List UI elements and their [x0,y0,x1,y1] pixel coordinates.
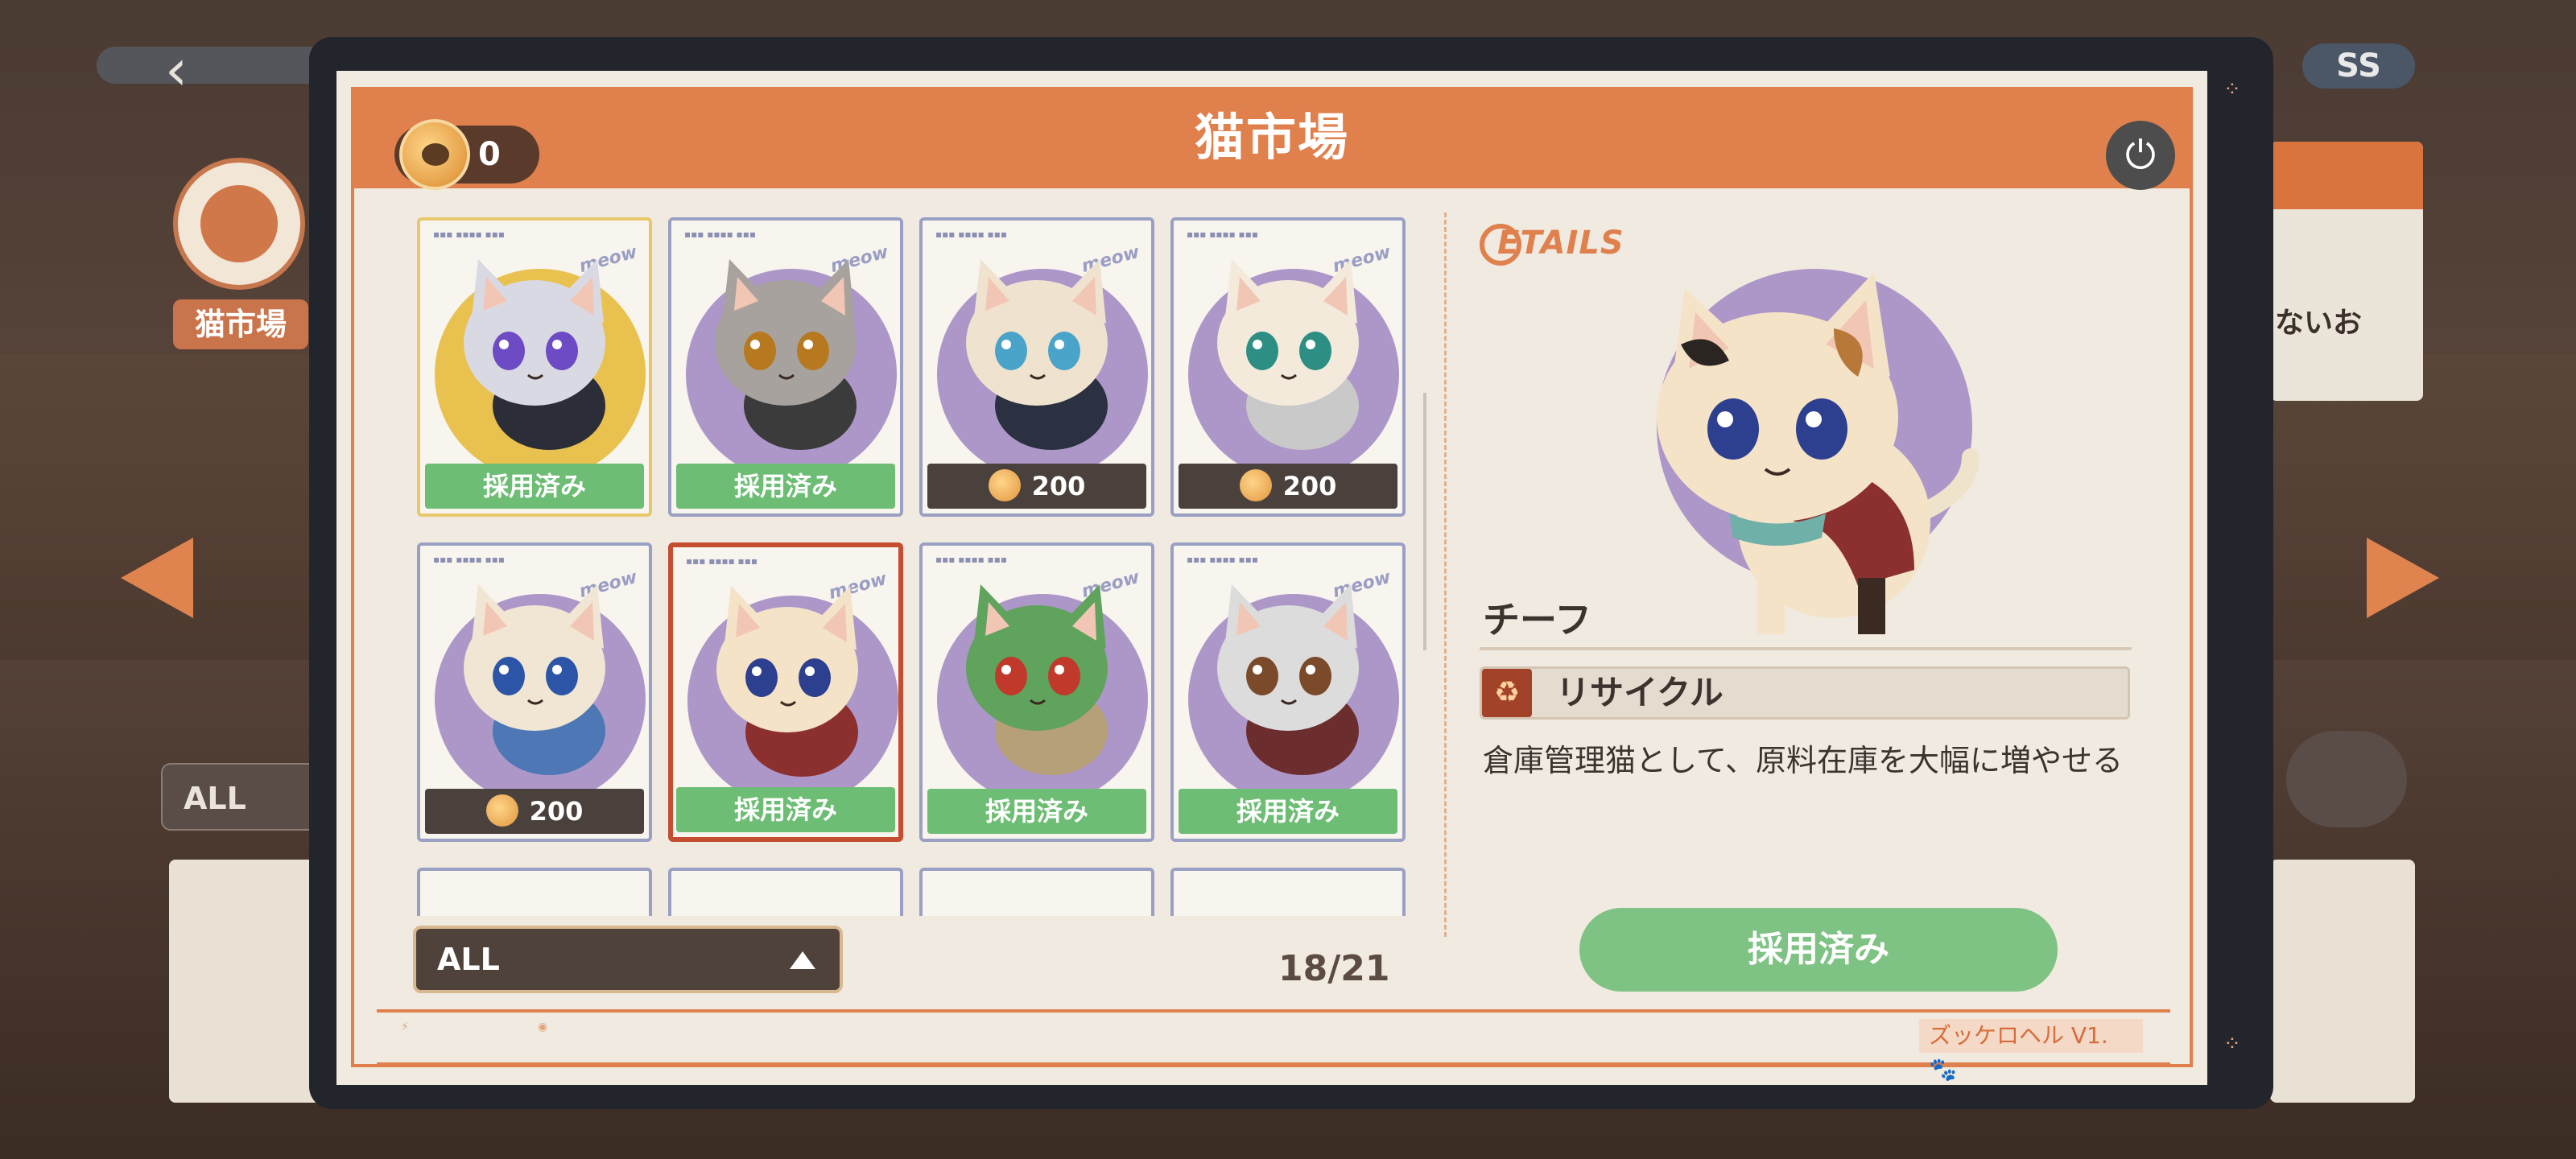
card-fine-print: ▪▪▪ ▪▪▪▪ ▪▪▪ [935,229,1007,240]
card-status-text: 200 [529,796,584,827]
cat-card[interactable]: ▪▪▪ ▪▪▪▪ ▪▪▪ meow 200 [1170,217,1406,517]
background-card [169,860,322,1103]
corner-dots-icon: ⁘ [2223,77,2241,101]
cat-portrait [1217,584,1359,775]
background-right-pill [2286,731,2407,827]
card-fine-print: ▪▪▪ ▪▪▪▪ ▪▪▪ [684,229,756,240]
rank-badge: SS [2302,43,2415,89]
card-fine-print: ▪▪▪ ▪▪▪▪ ▪▪▪ [1187,554,1258,565]
coin-icon [399,119,470,190]
adopted-label: 採用済み [1179,789,1397,834]
coin-icon [1239,469,1272,501]
filter-label: ALL [437,942,500,977]
right-arrow-icon[interactable] [2367,538,2439,618]
background-market-badge[interactable] [173,158,305,290]
adopted-label: 採用済み [425,464,644,509]
background-right-card [2270,860,2415,1103]
coin-icon [988,469,1021,501]
cat-description: 倉庫管理猫として、原料在庫を大幅に増やせる [1483,743,2123,778]
cat-card[interactable]: ▪▪▪ ▪▪▪▪ ▪▪▪ meow 200 [417,542,652,842]
card-fine-print: ▪▪▪ ▪▪▪▪ ▪▪▪ [1187,229,1258,240]
coin-count: 0 [478,136,501,173]
card-status-text: 採用済み [1236,796,1340,827]
card-status-text: 採用済み [985,796,1088,827]
card-status-text: 採用済み [482,471,586,501]
page-title: 猫市場 [1194,108,1349,167]
footer-line [377,1062,2170,1065]
cat-card[interactable]: ▪▪▪ ▪▪▪▪ ▪▪▪ meow 採用済み [668,542,903,842]
corner-dots-icon: ⁘ [2223,1032,2241,1056]
card-status-text: 200 [1031,471,1086,501]
name-underline [1480,647,2132,650]
coin-icon [485,794,518,827]
cat-grid: ▪▪▪ ▪▪▪▪ ▪▪▪ meow 採用済み ▪▪▪ ▪▪▪▪ ▪▪▪ meow 採用済み… [417,217,1415,974]
card-status-text: 採用済み [733,794,837,825]
cat-card[interactable] [417,868,652,916]
cat-market-modal: 猫市場 0 ⏻ ▪▪▪ ▪▪▪▪ ▪▪▪ meow 採用済み ▪▪▪ ▪▪▪▪ ▪▪▪… [336,71,2207,1085]
version-tag: ズッケロヘル V1. 🐾 [1919,1019,2143,1083]
footer-badge-icon: ◉ [538,1021,548,1033]
panel-divider [1444,212,1447,937]
cat-name: チーフ [1483,598,1592,641]
price-label: 200 [1179,464,1397,509]
skill-bar: ♻ リサイクル [1480,666,2130,720]
scrollbar[interactable] [1423,393,1426,650]
skill-name: リサイクル [1556,673,1724,712]
cat-card[interactable] [668,868,903,916]
page-count: 18/21 [1278,948,1390,989]
card-fine-print: ▪▪▪ ▪▪▪▪ ▪▪▪ [433,229,505,240]
cat-card[interactable]: ▪▪▪ ▪▪▪▪ ▪▪▪ meow 採用済み [417,217,652,517]
adopted-label: 採用済み [676,464,895,509]
cat-portrait [464,259,605,450]
background-market-label: 猫市場 [173,299,308,349]
cat-portrait [1217,259,1359,450]
modal-header: 猫市場 0 ⏻ [351,87,2193,190]
footer-lightning-icon: ⚡ [401,1021,409,1033]
footer-line [377,1009,2170,1013]
adopted-label: 採用済み [927,789,1146,834]
card-status-text: 200 [1282,471,1337,501]
back-arrow-icon[interactable]: ‹ [165,42,188,98]
background-right-panel [2270,142,2423,401]
cat-portrait [716,586,858,777]
background-right-text: ないお [2275,307,2363,340]
caret-up-icon [790,951,815,969]
filter-dropdown[interactable]: ALL [413,926,843,993]
basket-icon [200,185,278,262]
card-fine-print: ▪▪▪ ▪▪▪▪ ▪▪▪ [686,555,758,567]
cat-card[interactable]: ▪▪▪ ▪▪▪▪ ▪▪▪ meow 200 [919,217,1154,517]
cat-card[interactable] [1170,868,1406,916]
adopted-label: 採用済み [676,787,895,832]
cat-card[interactable]: ▪▪▪ ▪▪▪▪ ▪▪▪ meow 採用済み [1170,542,1406,842]
paw-icon: 🐾 [1929,1056,1957,1083]
card-fine-print: ▪▪▪ ▪▪▪▪ ▪▪▪ [935,554,1007,565]
price-label: 200 [425,789,644,834]
adopt-button[interactable]: 採用済み [1579,908,2058,992]
power-icon[interactable]: ⏻ [2106,121,2175,190]
recycle-icon: ♻ [1482,669,1532,717]
cat-card[interactable] [919,868,1154,916]
card-fine-print: ▪▪▪ ▪▪▪▪ ▪▪▪ [433,554,505,565]
card-status-text: 採用済み [733,471,837,501]
cat-portrait [464,584,605,775]
cat-portrait [1657,272,1979,634]
cat-card[interactable]: ▪▪▪ ▪▪▪▪ ▪▪▪ meow 採用済み [668,217,903,517]
cat-portrait [715,259,857,450]
left-arrow-icon[interactable] [121,538,193,618]
price-label: 200 [927,464,1146,509]
cat-portrait [966,584,1108,775]
cat-card[interactable]: ▪▪▪ ▪▪▪▪ ▪▪▪ meow 採用済み [919,542,1154,842]
cat-portrait [966,259,1108,450]
